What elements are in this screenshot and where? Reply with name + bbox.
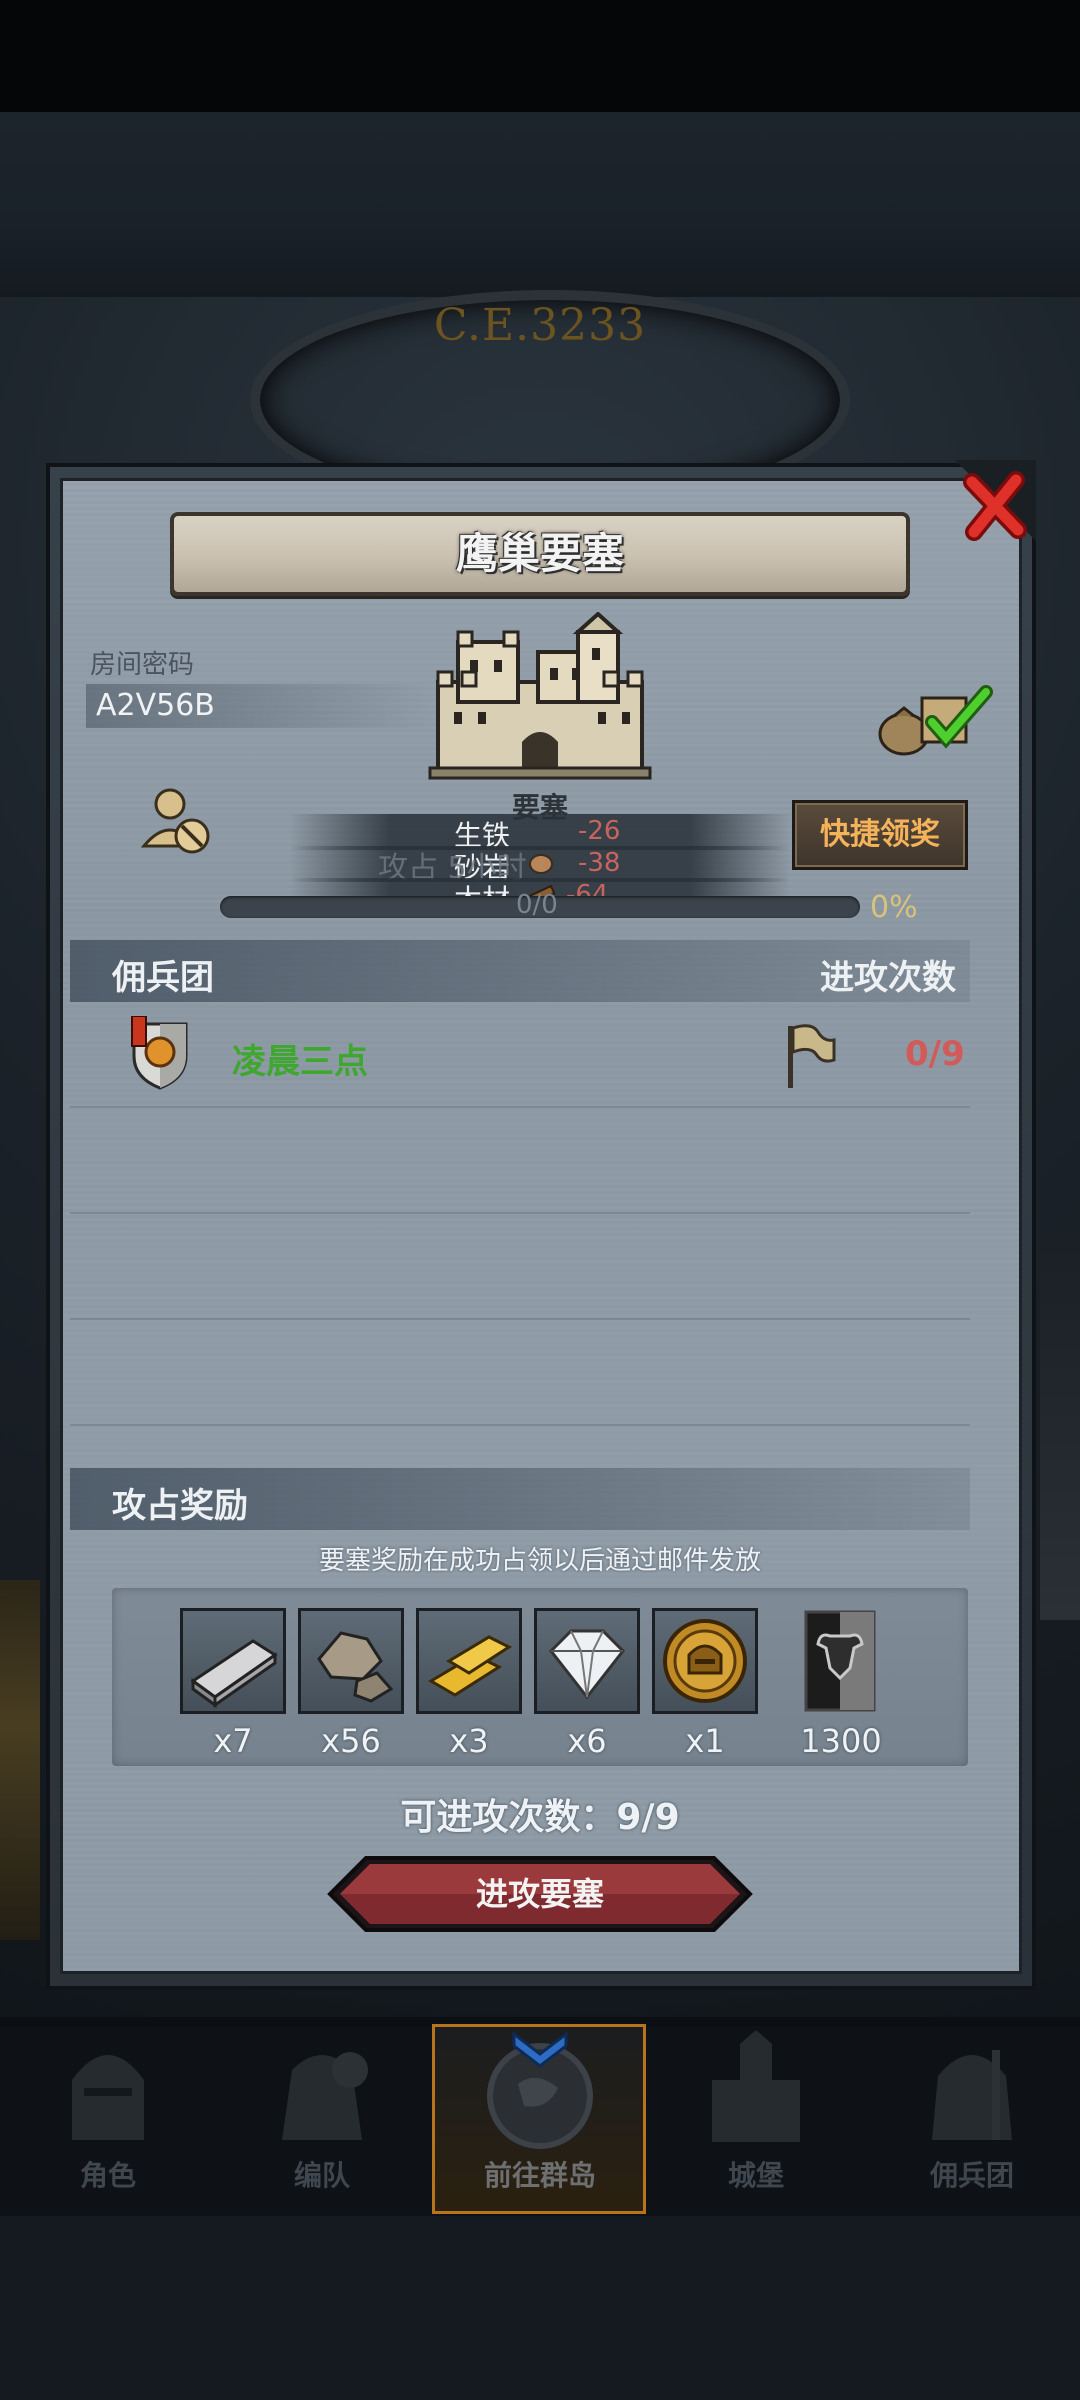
attempts-remaining: 可进攻次数：9/9 (400, 1797, 680, 1838)
nav-tab-castle[interactable]: 城堡 (656, 2030, 856, 2220)
sandstone-icon (528, 850, 554, 876)
reward-item-qty: 1300 (800, 1722, 882, 1760)
status-bar-area (0, 0, 1080, 112)
close-button[interactable] (946, 460, 1036, 550)
nav-tab-character[interactable]: 角色 (8, 2030, 208, 2220)
compass-map-icon (487, 2030, 593, 2149)
iron-ingot-icon (190, 1639, 278, 1708)
formation-icon (282, 2052, 368, 2140)
gold-bars-icon (428, 1635, 513, 1697)
user-blocked-icon[interactable] (140, 786, 216, 858)
reward-bag-claimed-icon[interactable] (874, 678, 994, 758)
reward-item-qty: x56 (321, 1722, 381, 1760)
reward-item-medal[interactable] (652, 1608, 758, 1714)
reward-item-qty: x3 (449, 1722, 489, 1760)
era-label: C.E.3233 (433, 300, 647, 351)
nav-label: 角色 (79, 2159, 136, 2192)
resource-value: -26 (578, 816, 621, 846)
guild-row-empty (70, 1108, 970, 1214)
nav-label: 城堡 (727, 2159, 784, 2192)
nav-tab-formation[interactable]: 编队 (222, 2030, 422, 2220)
guild-row-empty (70, 1214, 970, 1320)
nav-label: 前往群岛 (483, 2159, 596, 2192)
knight-helmet-icon (72, 2055, 144, 2140)
nav-label: 佣兵团 (929, 2159, 1014, 2192)
resource-row: 砂岩 -38 (290, 846, 790, 884)
occupation-progress-percent: 0% (870, 890, 918, 925)
reward-item-stone[interactable] (298, 1608, 404, 1714)
guild-attack-count: 0/9 (905, 1034, 965, 1074)
mercenary-icon (932, 2050, 1012, 2140)
reward-item-qty: x7 (213, 1722, 253, 1760)
attack-count-title: 进攻次数 (820, 958, 956, 998)
left-edge-decoration (0, 1580, 40, 1940)
reward-item-iron[interactable] (180, 1608, 286, 1714)
room-code-label: 房间密码 (90, 650, 195, 680)
diamond-icon (549, 1629, 625, 1700)
attack-fortress-label: 进攻要塞 (475, 1875, 604, 1913)
nav-tab-mercenary[interactable]: 佣兵团 (872, 2030, 1072, 2220)
stone-icon (317, 1631, 394, 1703)
quick-claim-label: 快捷领奖 (820, 817, 940, 852)
resource-value: -38 (578, 848, 621, 878)
bull-banner-icon (804, 1610, 876, 1712)
nav-tab-islands[interactable]: 前往群岛 (440, 2030, 640, 2220)
reward-section-title: 攻占奖励 (112, 1486, 248, 1526)
resource-row: 生铁 -26 (290, 814, 790, 852)
castle-icon (712, 2030, 800, 2142)
reward-item-qty: x6 (567, 1722, 607, 1760)
modal-title: 鹰巢要塞 (455, 529, 624, 578)
guild-shield-icon (131, 1016, 188, 1090)
guild-row-empty (70, 1320, 970, 1426)
room-code-value: A2V56B (96, 688, 215, 723)
reward-item-gold[interactable] (416, 1608, 522, 1714)
reward-note: 要塞奖励在成功占领以后通过邮件发放 (318, 1546, 761, 1576)
guild-name: 凌晨三点 (232, 1042, 368, 1082)
reward-item-qty: x1 (685, 1722, 725, 1760)
close-icon (963, 471, 1027, 541)
fortress-icon (428, 612, 652, 780)
knight-medal-icon (663, 1619, 747, 1703)
attack-flag-icon (788, 1024, 836, 1088)
background-band (0, 112, 1080, 297)
system-navigation-area (0, 2216, 1080, 2400)
nav-label: 编队 (293, 2159, 350, 2192)
reward-item-diamond[interactable] (534, 1608, 640, 1714)
mercenary-section-title: 佣兵团 (112, 958, 214, 998)
reward-item-banner[interactable] (790, 1608, 890, 1714)
occupation-progress-count: 0/0 (516, 890, 558, 920)
